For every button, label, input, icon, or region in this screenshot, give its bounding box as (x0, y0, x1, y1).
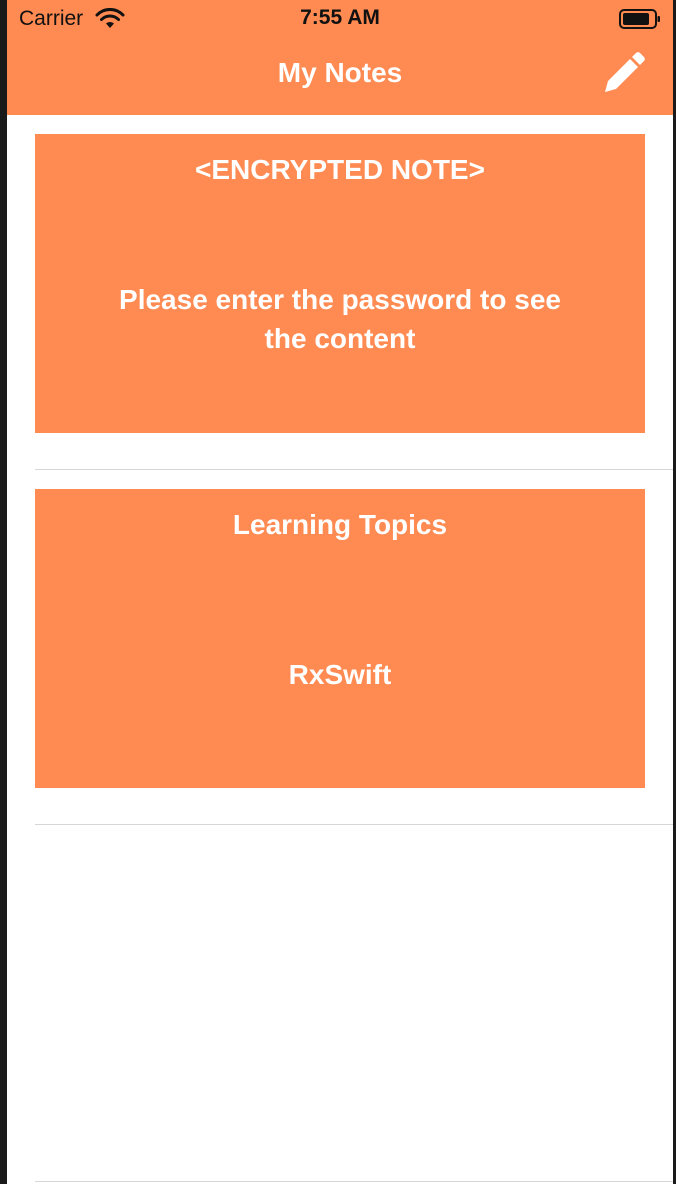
battery-icon (619, 9, 661, 29)
pencil-icon (599, 50, 647, 103)
note-card-encrypted[interactable]: <ENCRYPTED NOTE> Please enter the passwo… (35, 134, 645, 433)
row-separator (35, 824, 673, 825)
list-item[interactable]: <ENCRYPTED NOTE> Please enter the passwo… (7, 115, 673, 470)
note-title: Learning Topics (232, 509, 448, 540)
status-time: 7:55 AM (300, 6, 380, 29)
top-bar: Carrier 7:55 AM My Notes (7, 0, 673, 115)
list-item[interactable]: Learning Topics RxSwift (7, 470, 673, 825)
row-separator (35, 1181, 673, 1182)
status-bar: Carrier 7:55 AM (7, 0, 673, 40)
note-title: <ENCRYPTED NOTE> (195, 154, 485, 185)
page-title: My Notes (277, 57, 403, 88)
note-body: Please enter the password to see the con… (119, 284, 561, 354)
app-screen: Carrier 7:55 AM My Notes <ENCRYPTED NOTE… (7, 0, 673, 1184)
note-card-learning-topics[interactable]: Learning Topics RxSwift (35, 489, 645, 788)
edit-button[interactable] (597, 50, 649, 102)
note-body: RxSwift (288, 659, 392, 690)
